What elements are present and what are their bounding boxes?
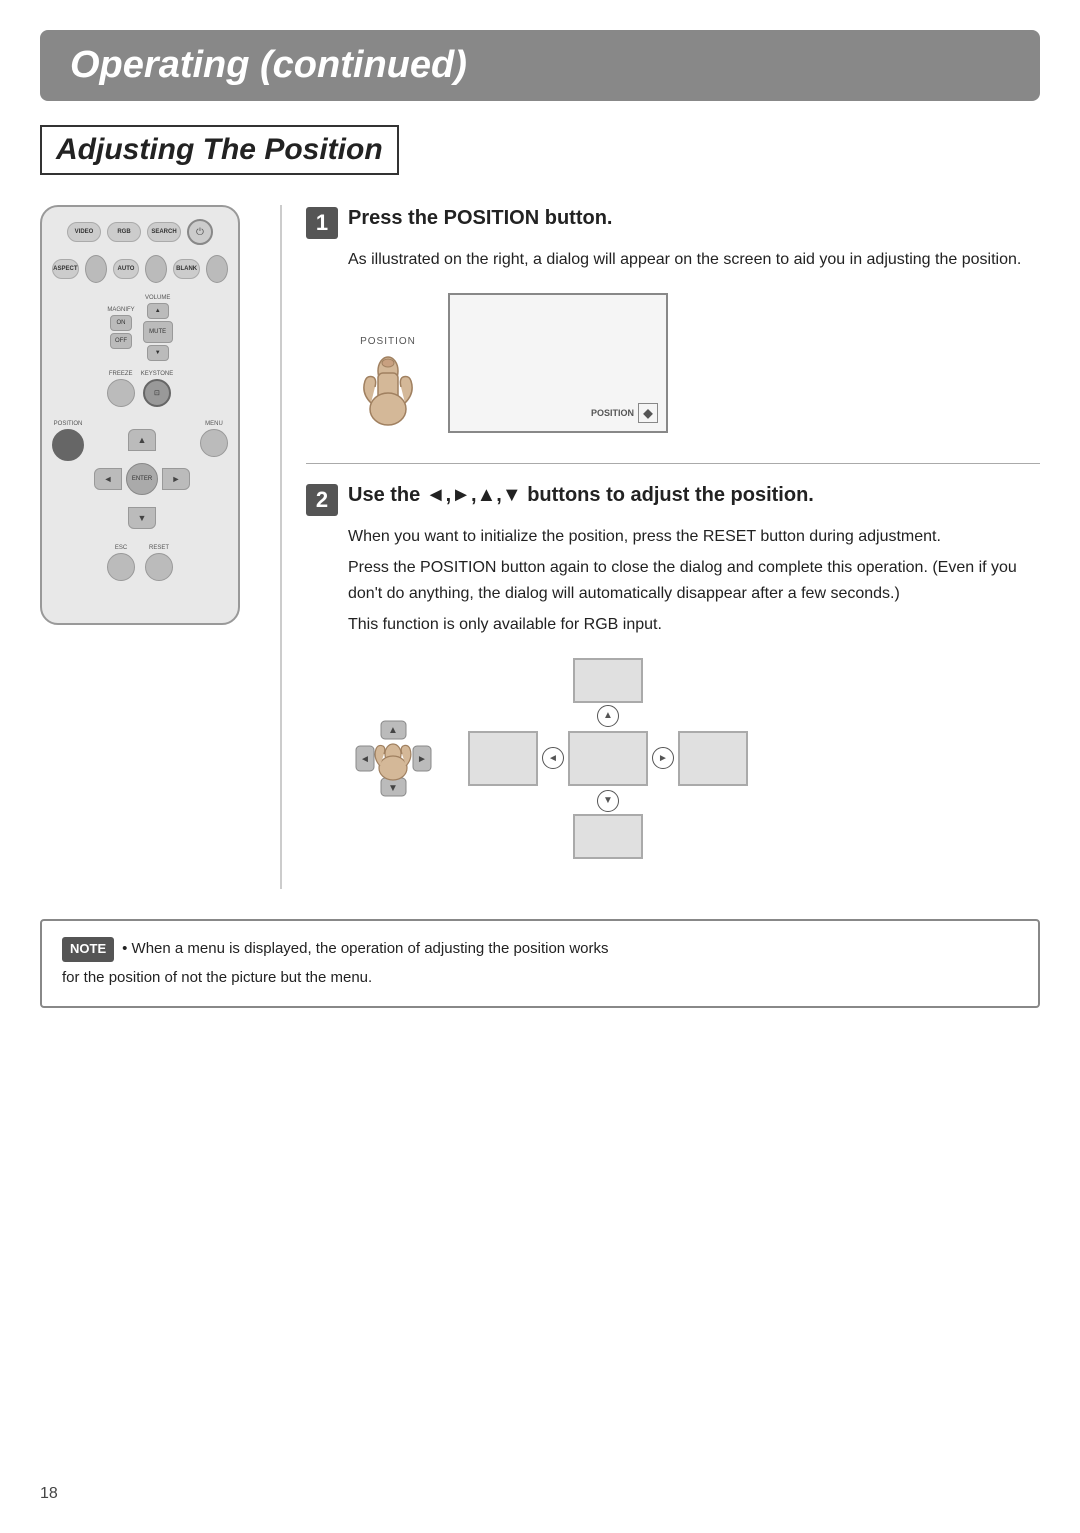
remote-blank-btn[interactable]: BLANK [173, 259, 200, 279]
svg-text:▲: ▲ [388, 725, 398, 736]
hand2-area: ▲ ◄ ► ▼ [348, 713, 438, 803]
freeze-label: FREEZE [109, 371, 133, 377]
remote-video-btn[interactable]: VIDEO [67, 222, 101, 242]
screen-block-right [678, 731, 748, 786]
menu-btn[interactable] [200, 429, 228, 457]
page-title: Operating (continued) [70, 44, 467, 86]
remote-blank-round[interactable] [206, 255, 228, 283]
reset-btn[interactable] [145, 553, 173, 581]
main-content: VIDEO RGB SEARCH ⏻ ASPECT [40, 205, 1040, 889]
right-arrow-circle: ► [652, 747, 674, 769]
position-small-label: POSITION [360, 336, 416, 347]
header-banner: Operating (continued) [40, 30, 1040, 101]
reset-label: RESET [149, 545, 169, 551]
remote-aspect-round[interactable] [85, 255, 107, 283]
screen-block-left [468, 731, 538, 786]
position-remote-btn[interactable] [52, 429, 84, 461]
instructions-column: 1 Press the POSITION button. As illustra… [280, 205, 1040, 889]
step-1-title: Press the POSITION button. [348, 205, 612, 231]
remote-power-btn[interactable]: ⏻ [187, 219, 213, 245]
volume-group: ▲ MUTE ▼ [143, 303, 173, 361]
vol-down-btn[interactable]: ▼ [147, 345, 169, 361]
step-1-number: 1 [306, 207, 338, 239]
note-box: NOTE • When a menu is displayed, the ope… [40, 919, 1040, 1008]
nav-down-btn[interactable]: ▼ [128, 507, 156, 529]
svg-text:►: ► [417, 754, 427, 765]
remote-column: VIDEO RGB SEARCH ⏻ ASPECT [40, 205, 250, 625]
keystone-label: KEYSTONE [141, 371, 174, 377]
step-2: 2 Use the ◄,►,▲,▼ buttons to adjust the … [306, 482, 1040, 859]
step-1-header: 1 Press the POSITION button. [306, 205, 1040, 239]
remote-search-btn[interactable]: SEARCH [147, 222, 181, 242]
step-2-header: 2 Use the ◄,►,▲,▼ buttons to adjust the … [306, 482, 1040, 516]
step-1: 1 Press the POSITION button. As illustra… [306, 205, 1040, 433]
position-arrow: ◆ [638, 403, 658, 423]
step-2-body1: When you want to initialize the position… [348, 524, 1040, 550]
nav-left-btn[interactable]: ◄ [94, 468, 122, 490]
section-title-box: Adjusting The Position [40, 125, 399, 175]
remote-auto-btn[interactable]: AUTO [113, 259, 140, 279]
note-text1: • When a menu is displayed, the operatio… [122, 937, 608, 961]
volume-label: VOLUME [145, 295, 170, 301]
page-number: 18 [40, 1485, 58, 1503]
position-arrows-diagram: ▲ ◄ ► ▼ [468, 658, 748, 859]
step-2-body2: Press the POSITION button again to close… [348, 555, 1040, 606]
freeze-btn[interactable] [107, 379, 135, 407]
step-divider [306, 463, 1040, 464]
step1-diagram: POSITION [348, 293, 1040, 433]
up-arrow-circle: ▲ [597, 705, 619, 727]
esc-label: ESC [115, 545, 127, 551]
remote-aspect-btn[interactable]: ASPECT [52, 259, 79, 279]
left-arrow-circle: ◄ [542, 747, 564, 769]
note-text2: for the position of not the picture but … [62, 966, 1018, 990]
step-1-body: As illustrated on the right, a dialog wi… [348, 247, 1040, 273]
nav-right-btn[interactable]: ► [162, 468, 190, 490]
remote-control: VIDEO RGB SEARCH ⏻ ASPECT [40, 205, 240, 625]
remote-rgb-btn[interactable]: RGB [107, 222, 141, 242]
remote-auto-round[interactable] [145, 255, 167, 283]
arrows-middle-row: ◄ ► [468, 731, 748, 786]
magnify-label: MAGNIFY [107, 307, 134, 313]
svg-text:◄: ◄ [360, 754, 370, 765]
svg-text:▼: ▼ [388, 783, 398, 794]
hand-svg [348, 353, 428, 433]
screen-block-bottom [573, 814, 643, 859]
step-2-number: 2 [306, 484, 338, 516]
down-arrow-circle: ▼ [597, 790, 619, 812]
vol-up-btn[interactable]: ▲ [147, 303, 169, 319]
screen-block-center [568, 731, 648, 786]
step2-diagram: ▲ ◄ ► ▼ [348, 658, 1040, 859]
note-badge: NOTE [62, 937, 114, 962]
section-title: Adjusting The Position [56, 133, 383, 166]
keystone-btn[interactable]: ⊡ [143, 379, 171, 407]
note-header: NOTE • When a menu is displayed, the ope… [62, 937, 1018, 962]
screen-block-top [573, 658, 643, 703]
dpad-group: ▲ ◄ ENTER ► ▼ [94, 429, 190, 529]
screen-box-step1: POSITION ◆ [448, 293, 668, 433]
magnify-off-btn[interactable]: OFF [110, 333, 132, 349]
step-2-title: Use the ◄,►,▲,▼ buttons to adjust the po… [348, 482, 814, 508]
magnify-on-btn[interactable]: ON [110, 315, 132, 331]
position-remote-label: POSITION [54, 421, 83, 427]
esc-btn[interactable] [107, 553, 135, 581]
step-2-body3: This function is only available for RGB … [348, 612, 1040, 638]
position-indicator: POSITION ◆ [591, 403, 658, 423]
menu-label: MENU [205, 421, 223, 427]
mute-btn[interactable]: MUTE [143, 321, 173, 343]
nav-up-btn[interactable]: ▲ [128, 429, 156, 451]
nav-enter-btn[interactable]: ENTER [126, 463, 158, 495]
hand-icon-area: POSITION [348, 336, 428, 433]
magnify-group: ON OFF [110, 315, 132, 349]
